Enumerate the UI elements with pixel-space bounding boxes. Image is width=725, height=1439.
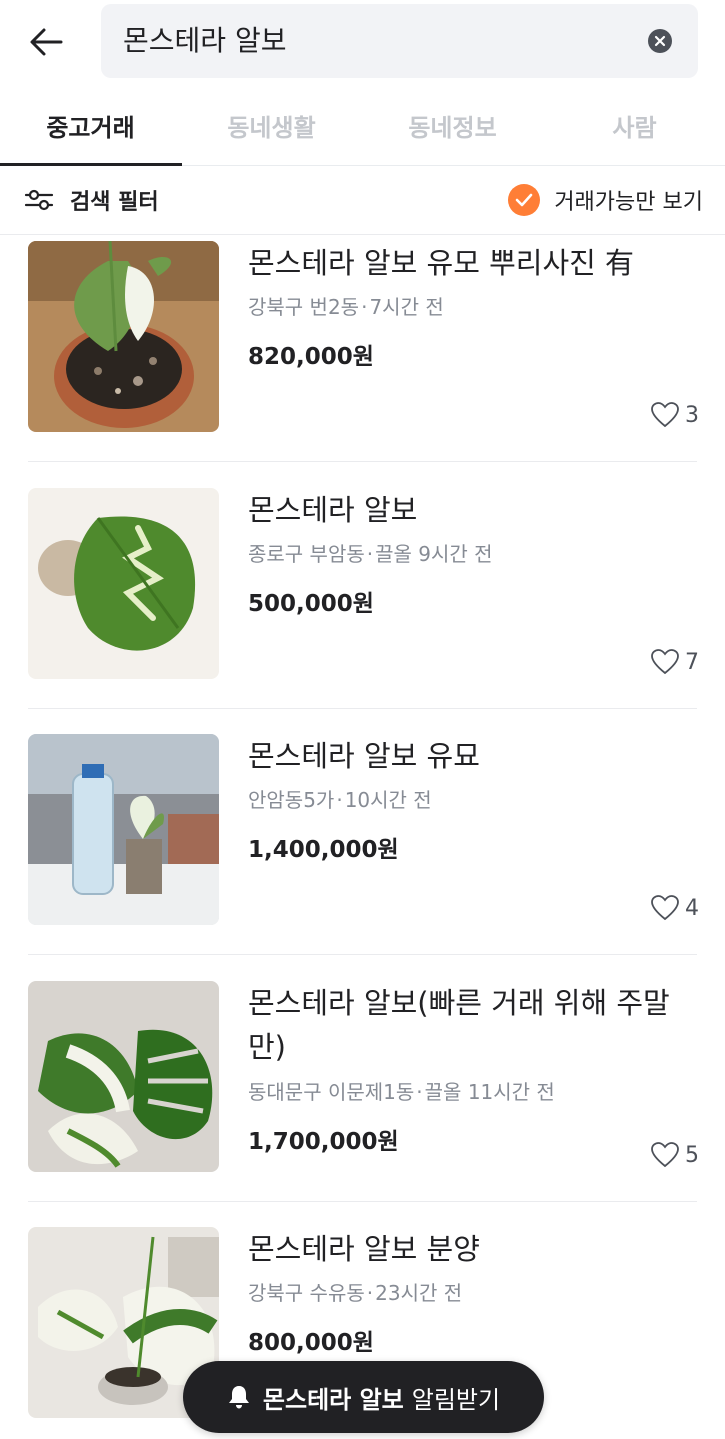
back-button[interactable] — [24, 20, 68, 64]
like-count-value: 5 — [685, 1142, 699, 1168]
search-filter-label: 검색 필터 — [70, 190, 159, 215]
item-location: 종로구 부암동 — [248, 542, 365, 566]
alert-keyword: 몬스테라 알보 — [262, 1385, 404, 1414]
heart-icon — [651, 895, 679, 921]
item-meta: 안암동5가 · 10시간 전 — [248, 788, 432, 812]
like-count: 5 — [651, 1139, 699, 1171]
item-meta: 강북구 수유동 · 23시간 전 — [248, 1281, 463, 1305]
search-header: 몬스테라 알보 — [0, 0, 725, 88]
sliders-icon — [24, 189, 54, 211]
category-tabs: 중고거래 동네생활 동네정보 사람 — [0, 100, 725, 166]
item-photo — [28, 241, 219, 432]
keyword-alert-button[interactable]: 몬스테라 알보 알림받기 — [183, 1361, 544, 1433]
like-count: 3 — [651, 399, 699, 431]
tab-used-trade[interactable]: 중고거래 — [0, 100, 181, 166]
item-photo — [28, 981, 219, 1172]
item-location: 동대문구 이문제1동 — [248, 1080, 415, 1104]
tab-neighborhood-info[interactable]: 동네정보 — [362, 100, 543, 166]
item-title: 몬스테라 알보 유묘 — [248, 739, 480, 773]
item-time: 7시간 전 — [369, 295, 444, 319]
filter-bar: 검색 필터 거래가능만 보기 — [0, 166, 725, 235]
item-time: 10시간 전 — [344, 788, 432, 812]
divider — [28, 708, 697, 709]
item-meta: 강북구 번2동 · 7시간 전 — [248, 295, 444, 319]
item-photo — [28, 734, 219, 925]
search-query[interactable]: 몬스테라 알보 — [123, 4, 286, 78]
list-item[interactable]: 몬스테라 알보 유묘 안암동5가 · 10시간 전 1,400,000원 4 — [0, 734, 725, 980]
search-input[interactable]: 몬스테라 알보 — [101, 4, 698, 78]
alert-label: 알림받기 — [411, 1385, 501, 1414]
divider — [28, 461, 697, 462]
tab-people[interactable]: 사람 — [544, 100, 725, 166]
like-count-value: 3 — [685, 402, 699, 428]
item-meta: 종로구 부암동 · 끌올 9시간 전 — [248, 542, 493, 566]
available-only-toggle[interactable]: 거래가능만 보기 — [508, 180, 703, 220]
like-count-value: 4 — [685, 895, 699, 921]
item-location: 안암동5가 — [248, 788, 335, 812]
item-title: 몬스테라 알보 — [248, 493, 418, 527]
clear-search-button[interactable] — [648, 29, 672, 53]
list-item[interactable]: 몬스테라 알보 유모 뿌리사진 有 강북구 번2동 · 7시간 전 820,000원… — [0, 241, 725, 487]
item-price: 800,000원 — [248, 1330, 374, 1356]
divider — [28, 954, 697, 955]
item-price: 1,400,000원 — [248, 837, 399, 863]
item-time: 23시간 전 — [375, 1281, 463, 1305]
item-location: 강북구 수유동 — [248, 1281, 365, 1305]
available-only-label: 거래가능만 보기 — [554, 190, 703, 215]
list-item[interactable]: 몬스테라 알보 종로구 부암동 · 끌올 9시간 전 500,000원 7 — [0, 488, 725, 734]
item-price: 820,000원 — [248, 344, 374, 370]
arrow-left-icon — [30, 28, 63, 56]
item-photo — [28, 488, 219, 679]
list-item[interactable]: 몬스테라 알보(빠른 거래 위해 주말만) 동대문구 이문제1동 · 끌올 11시간… — [0, 981, 725, 1227]
heart-icon — [651, 1142, 679, 1168]
close-circle-icon — [648, 29, 672, 53]
like-count: 4 — [651, 892, 699, 924]
heart-icon — [651, 649, 679, 675]
item-title: 몬스테라 알보 유모 뿌리사진 有 — [248, 246, 635, 280]
item-time: 끌올 9시간 전 — [375, 542, 493, 566]
item-title: 몬스테라 알보 분양 — [248, 1232, 480, 1266]
item-title: 몬스테라 알보(빠른 거래 위해 주말만) — [248, 986, 670, 1064]
search-filter-button[interactable]: 검색 필터 — [24, 180, 159, 220]
checkmark-icon — [508, 184, 541, 216]
item-time: 끌올 11시간 전 — [424, 1080, 555, 1104]
divider — [28, 1201, 697, 1202]
bell-icon — [228, 1386, 249, 1409]
heart-icon — [651, 402, 679, 428]
item-price: 1,700,000원 — [248, 1129, 399, 1155]
item-meta: 동대문구 이문제1동 · 끌올 11시간 전 — [248, 1080, 555, 1104]
item-location: 강북구 번2동 — [248, 295, 360, 319]
tab-neighborhood-life[interactable]: 동네생활 — [181, 100, 362, 166]
like-count-value: 7 — [685, 649, 699, 675]
like-count: 7 — [651, 646, 699, 678]
item-price: 500,000원 — [248, 591, 374, 617]
